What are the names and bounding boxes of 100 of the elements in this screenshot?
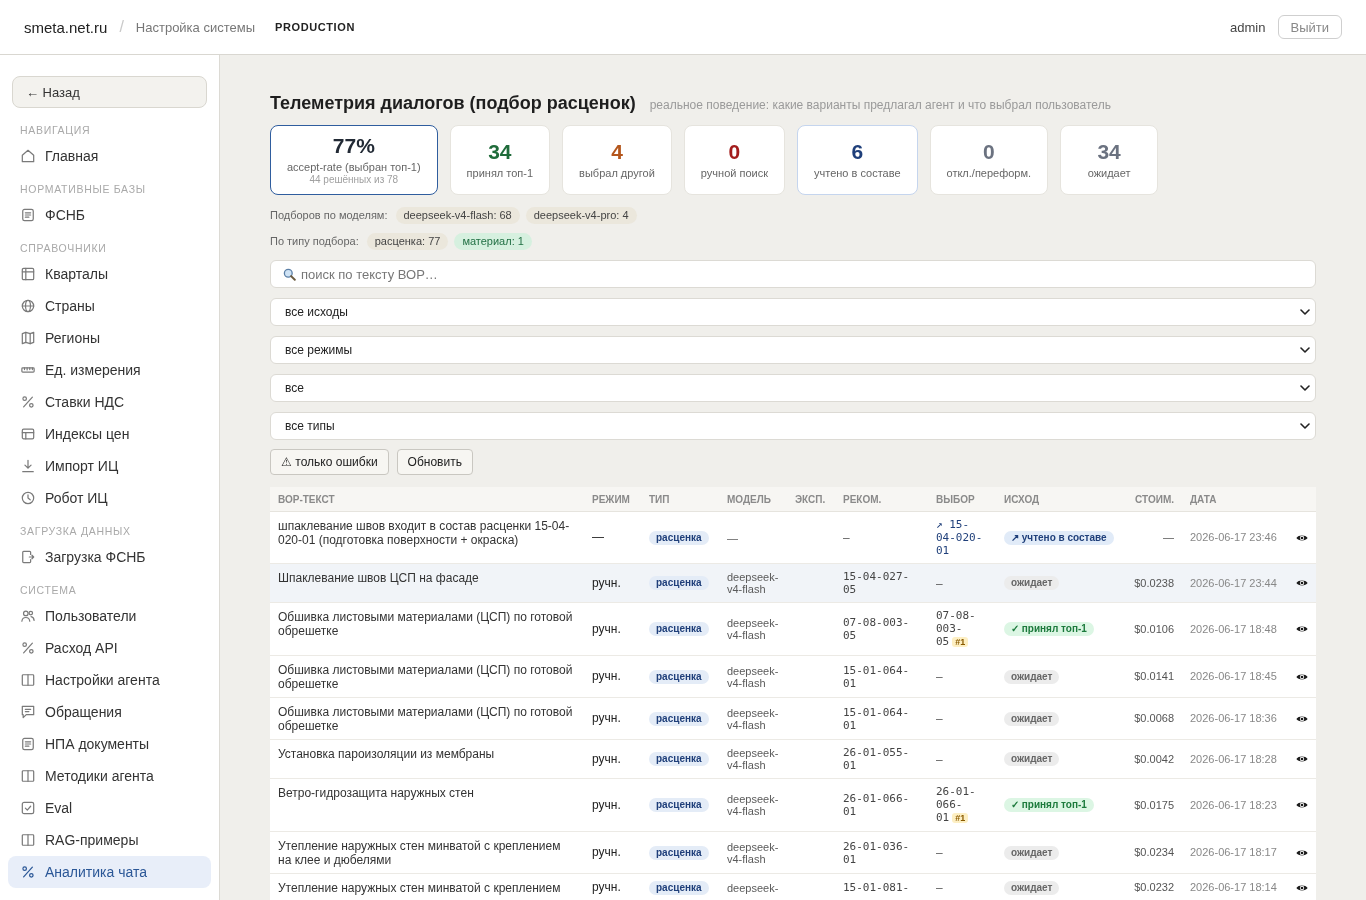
sidebar-item[interactable]: ФСНБ — [8, 199, 211, 231]
table-cell: $0.0042 — [1122, 739, 1182, 779]
table-cell: ↗ 15-04-020-01 — [928, 511, 996, 564]
column-header: ВОР-ТЕКСТ — [270, 487, 584, 512]
table-cell: ручн. — [584, 697, 641, 740]
stat-label: учтено в составе — [814, 166, 901, 180]
status-badge: ожидает — [1004, 669, 1060, 684]
sidebar-item[interactable]: Пользователи — [8, 600, 211, 632]
table-cell: $0.0232 — [1122, 873, 1182, 900]
filter-dropdown[interactable]: все — [270, 374, 1316, 402]
table-cell: ручн. — [584, 873, 641, 900]
table-cell: $0.0234 — [1122, 831, 1182, 874]
sidebar-item[interactable]: Регионы — [8, 322, 211, 354]
status-badge: ожидает — [1004, 711, 1060, 726]
sidebar-item[interactable]: Аналитика чата — [8, 856, 211, 888]
sidebar-item[interactable]: Ставки НДС — [8, 386, 211, 418]
eye-icon[interactable] — [1296, 755, 1308, 764]
search-field[interactable]: поиск по тексту ВОР… — [270, 260, 1316, 288]
sidebar-item[interactable]: НПА документы — [8, 728, 211, 760]
eye-icon[interactable] — [1296, 714, 1308, 723]
sidebar-item[interactable]: Расход API — [8, 632, 211, 664]
sidebar-item[interactable]: Обращения — [8, 696, 211, 728]
sidebar-item[interactable]: Страны — [8, 290, 211, 322]
table-cell: Обшивка листовыми материалами (ЦСП) по готовой обрешетке — [270, 697, 584, 740]
table-cell: 2026-06-17 18:17 — [1182, 831, 1287, 874]
sidebar-item[interactable]: Главная — [8, 140, 211, 172]
table-cell: 15-01-064-01 — [835, 655, 928, 698]
sidebar-item[interactable]: Настройки агента — [8, 664, 211, 696]
table-cell: 2026-06-17 18:28 — [1182, 739, 1287, 779]
filter-label: По типу подбора: — [270, 235, 359, 247]
table-cell: 07-08-003-05 — [835, 602, 928, 656]
column-header: РЕКОМ. — [835, 487, 928, 512]
eye-icon[interactable] — [1296, 625, 1308, 634]
status-badge: ожидает — [1004, 880, 1060, 895]
document-icon — [21, 208, 35, 222]
page-subtitle: реальное поведение: какие варианты предлагал агент и что выбрал пользователь — [649, 98, 1111, 112]
type-badge: расценка — [649, 880, 709, 895]
back-button[interactable]: ← Назад — [12, 76, 207, 108]
table-cell: – — [928, 655, 996, 698]
stat-value: 34 — [488, 140, 512, 164]
column-header: ИСХОД — [996, 487, 1122, 512]
column-header: ТИП — [641, 487, 719, 512]
filter-dropdown[interactable]: все исходы — [270, 298, 1316, 326]
site-name[interactable]: smeta.net.ru — [24, 18, 108, 36]
action-button[interactable]: ⚠ только ошибки — [270, 449, 389, 475]
sidebar-section-title: СИСТЕМА — [19, 584, 78, 596]
action-button[interactable]: Обновить — [396, 449, 473, 475]
type-badge: расценка — [649, 752, 709, 766]
table-cell: $0.0238 — [1122, 563, 1182, 603]
table-cell: – — [928, 563, 996, 603]
table-cell: $0.0068 — [1122, 697, 1182, 740]
count-chip: расценка: 77 — [366, 232, 449, 250]
chevron-down-icon — [1300, 423, 1310, 429]
eye-icon[interactable] — [1296, 801, 1308, 810]
table-cell: 2026-06-17 23:44 — [1182, 563, 1287, 603]
eye-icon[interactable] — [1296, 579, 1308, 588]
eye-icon[interactable] — [1296, 533, 1308, 542]
table-cell: Шпаклевание швов ЦСП на фасаде — [270, 563, 584, 603]
table-cell: deepseek- — [719, 873, 787, 900]
sidebar-item[interactable]: Ед. измерения — [8, 354, 211, 386]
download-icon — [21, 459, 35, 473]
sidebar-item[interactable]: Импорт ИЦ — [8, 450, 211, 482]
stat-label: ручной поиск — [700, 166, 768, 180]
status-badge: ожидает — [1004, 845, 1060, 860]
filter-label: Подборов по моделям: — [270, 209, 388, 221]
stat-note: 44 решённых из 78 — [309, 174, 399, 186]
table-cell: 15-01-081- — [835, 873, 928, 900]
eye-icon[interactable] — [1296, 848, 1308, 857]
table-cell: 2026-06-17 18:48 — [1182, 602, 1287, 656]
sidebar-section-title: НОРМАТИВНЫЕ БАЗЫ — [19, 183, 147, 195]
stat-value: 4 — [611, 140, 623, 164]
table-cell: Обшивка листовыми материалами (ЦСП) по готовой обрешетке — [270, 655, 584, 698]
table-cell: 26-01-066-01 #1 — [928, 778, 996, 832]
sidebar-item[interactable]: Загрузка ФСНБ — [8, 541, 211, 573]
filter-dropdown[interactable]: все режимы — [270, 336, 1316, 364]
checkbox-icon — [21, 801, 35, 815]
table-cell: — — [584, 511, 641, 564]
column-header: РЕЖИМ — [584, 487, 641, 512]
breadcrumb[interactable]: Настройка системы — [135, 19, 256, 35]
table-cell: 2026-06-17 18:14 — [1182, 873, 1287, 900]
table-cell: ручн. — [584, 602, 641, 656]
file-arrow-icon — [21, 550, 35, 564]
filter-dropdown[interactable]: все типы — [270, 412, 1316, 440]
user-name: admin — [1230, 19, 1266, 35]
sidebar-item[interactable]: Кварталы — [8, 258, 211, 290]
table-cell: 26-01-066-01 — [835, 778, 928, 832]
sidebar-item[interactable]: RAG-примеры — [8, 824, 211, 856]
percent-icon — [21, 641, 35, 655]
sidebar-item[interactable]: Индексы цен — [8, 418, 211, 450]
column-header: СТОИМ. — [1122, 487, 1182, 512]
sidebar-item[interactable]: Методики агента — [8, 760, 211, 792]
status-badge: ожидает — [1004, 752, 1060, 766]
eye-icon[interactable] — [1296, 672, 1308, 681]
sidebar-item[interactable]: Eval — [8, 792, 211, 824]
eye-icon[interactable] — [1296, 883, 1308, 892]
sidebar-section-title: НАВИГАЦИЯ — [19, 124, 92, 136]
logout-button[interactable]: Выйти — [1277, 15, 1342, 39]
sidebar-item[interactable]: Робот ИЦ — [8, 482, 211, 514]
table-cell: 15-01-064-01 — [835, 697, 928, 740]
status-badge: ✓ принял топ-1 — [1004, 622, 1094, 636]
